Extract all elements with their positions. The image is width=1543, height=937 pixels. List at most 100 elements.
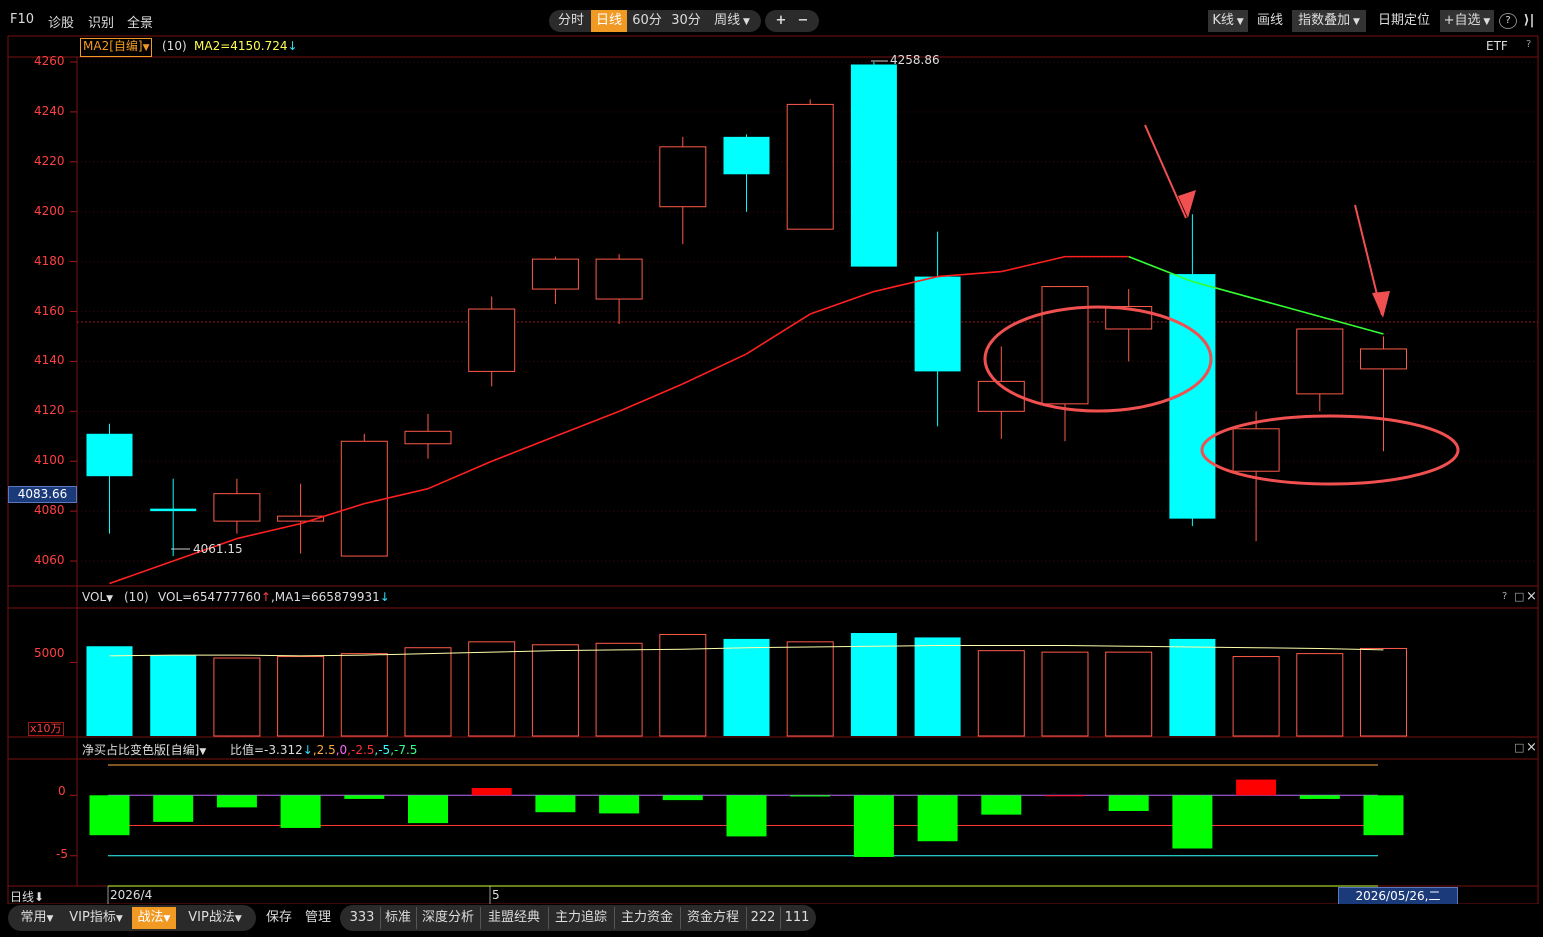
ytick-label: 4220 bbox=[34, 153, 65, 168]
ytick-label: 4240 bbox=[34, 103, 65, 118]
candle-body bbox=[340, 440, 388, 557]
ratio-level-2: ,0 bbox=[335, 743, 348, 757]
ratio-ytick-0: 0 bbox=[58, 784, 66, 798]
volume-bar bbox=[786, 641, 834, 737]
vol-maximize-icon[interactable]: □ bbox=[1514, 590, 1524, 603]
ratio-bar bbox=[1045, 795, 1085, 797]
ma-line-segment bbox=[1001, 255, 1066, 273]
ma-line-segment bbox=[937, 270, 1002, 278]
volume-bar bbox=[914, 637, 961, 736]
chevron-down-icon: ▼ bbox=[163, 914, 171, 924]
candle-body bbox=[1296, 328, 1344, 395]
tab-capital-equation[interactable]: 资金方程 bbox=[680, 907, 745, 929]
volume-bar bbox=[977, 650, 1025, 737]
ratio-bar bbox=[790, 795, 831, 797]
volume-bar bbox=[1232, 656, 1280, 737]
vol-ma-value: ,MA1=665879931 bbox=[270, 590, 380, 604]
vip-strategy-dropdown[interactable]: VIP战法▼ bbox=[180, 907, 250, 929]
save-button[interactable]: 保存 bbox=[262, 907, 296, 929]
manage-button[interactable]: 管理 bbox=[300, 907, 336, 929]
ratio-bar bbox=[1236, 779, 1277, 796]
candle-body bbox=[659, 146, 707, 208]
volume-bar bbox=[850, 633, 897, 736]
volume-bar bbox=[277, 656, 325, 737]
chevron-down-icon: ▼ bbox=[106, 594, 114, 604]
ratio-bar bbox=[153, 795, 194, 822]
ratio-bar bbox=[1363, 795, 1404, 836]
tab-standard[interactable]: 标准 bbox=[380, 907, 415, 929]
chevron-down-icon: ▼ bbox=[234, 914, 242, 924]
volume-bar bbox=[213, 657, 261, 737]
ratio-bar bbox=[89, 795, 130, 836]
volume-bar bbox=[150, 655, 197, 736]
ratio-bar bbox=[1299, 795, 1340, 799]
ratio-bar bbox=[853, 795, 894, 857]
xaxis-label-month: 2026/4 bbox=[110, 888, 153, 902]
vol-indicator-selector[interactable]: VOL▼ bbox=[82, 590, 113, 604]
ratio-bar bbox=[471, 788, 512, 796]
tab-333[interactable]: 333 bbox=[346, 907, 378, 929]
volume-bar bbox=[1169, 638, 1216, 736]
candle-body bbox=[404, 430, 452, 445]
tab-111[interactable]: 111 bbox=[780, 907, 813, 929]
candle-body bbox=[213, 493, 261, 522]
candle-body bbox=[850, 64, 897, 267]
vol-close-icon[interactable]: × bbox=[1526, 589, 1537, 604]
current-price-label: 4083.66 bbox=[8, 486, 77, 503]
ma-value: MA2=4150.724↓ bbox=[194, 39, 298, 53]
vol-value: VOL=654777760↑,MA1=665879931↓ bbox=[158, 590, 390, 604]
vol-ytick: 5000 bbox=[34, 646, 65, 660]
ratio-bar bbox=[216, 795, 257, 808]
ma-line-segment bbox=[809, 290, 875, 315]
period-label[interactable]: 日线⬇ bbox=[10, 888, 44, 905]
candle-body bbox=[786, 103, 834, 230]
cursor-date-label: 2026/05/26,二 bbox=[1338, 887, 1458, 905]
ma-indicator-selector[interactable]: MA2[自编]▼ bbox=[80, 38, 153, 57]
ratio-level-4: ,-5 bbox=[374, 743, 391, 757]
vip-indicator-dropdown[interactable]: VIP指标▼ bbox=[62, 907, 130, 929]
volume-bar bbox=[1041, 651, 1089, 737]
ytick-label: 4060 bbox=[34, 553, 65, 568]
tab-deep-analysis[interactable]: 深度分析 bbox=[416, 907, 479, 929]
ratio-maximize-icon[interactable]: □ bbox=[1514, 741, 1524, 754]
candle-body bbox=[150, 508, 197, 512]
ratio-bar bbox=[280, 795, 321, 828]
tab-main-capital[interactable]: 主力资金 bbox=[614, 907, 679, 929]
ratio-bar bbox=[917, 795, 958, 842]
low-price-label: 4061.15 bbox=[193, 542, 243, 556]
ratio-value: 比值=-3.312↓,2.5,0,-2.5,-5,-7.5 bbox=[230, 743, 418, 757]
common-dropdown[interactable]: 常用▼ bbox=[14, 907, 60, 929]
ytick-label: 4080 bbox=[34, 503, 65, 518]
ratio-indicator-selector[interactable]: 净买占比变色版[自编]▼ bbox=[82, 741, 206, 758]
ma-line-segment bbox=[618, 383, 684, 413]
ma-line-segment bbox=[427, 460, 493, 490]
ma-line-segment bbox=[491, 435, 556, 462]
chevron-down-icon: ▼ bbox=[142, 43, 150, 53]
volume-bar bbox=[86, 646, 133, 736]
candle-body bbox=[1360, 348, 1407, 370]
tab-classic[interactable]: 韭盟经典 bbox=[480, 907, 547, 929]
ma-line-segment bbox=[746, 313, 811, 355]
candle-body bbox=[914, 276, 961, 372]
candle-body bbox=[595, 258, 643, 300]
candle-body bbox=[1232, 428, 1280, 472]
tab-main-tracking[interactable]: 主力追踪 bbox=[548, 907, 613, 929]
chart-svg bbox=[7, 35, 1539, 905]
vol-help-icon[interactable]: ? bbox=[1502, 591, 1507, 602]
ratio-bar bbox=[726, 795, 767, 837]
strategy-dropdown[interactable]: 战法▼ bbox=[132, 907, 176, 929]
ma-param: (10) bbox=[162, 39, 187, 53]
ratio-bar bbox=[344, 795, 385, 799]
arrow-down-icon: ⬇ bbox=[34, 890, 45, 904]
tab-222[interactable]: 222 bbox=[746, 907, 779, 929]
volume-bar bbox=[1296, 653, 1344, 737]
ratio-bar bbox=[535, 795, 576, 813]
ytick-label: 4180 bbox=[34, 253, 65, 268]
candle-body bbox=[531, 258, 579, 290]
volume-bar bbox=[595, 642, 643, 737]
help-icon[interactable]: ? bbox=[1526, 39, 1531, 50]
chevron-down-icon: ▼ bbox=[115, 914, 123, 924]
ytick-label: 4140 bbox=[34, 353, 65, 368]
ratio-close-icon[interactable]: × bbox=[1526, 740, 1537, 755]
candle-body bbox=[1041, 286, 1089, 405]
